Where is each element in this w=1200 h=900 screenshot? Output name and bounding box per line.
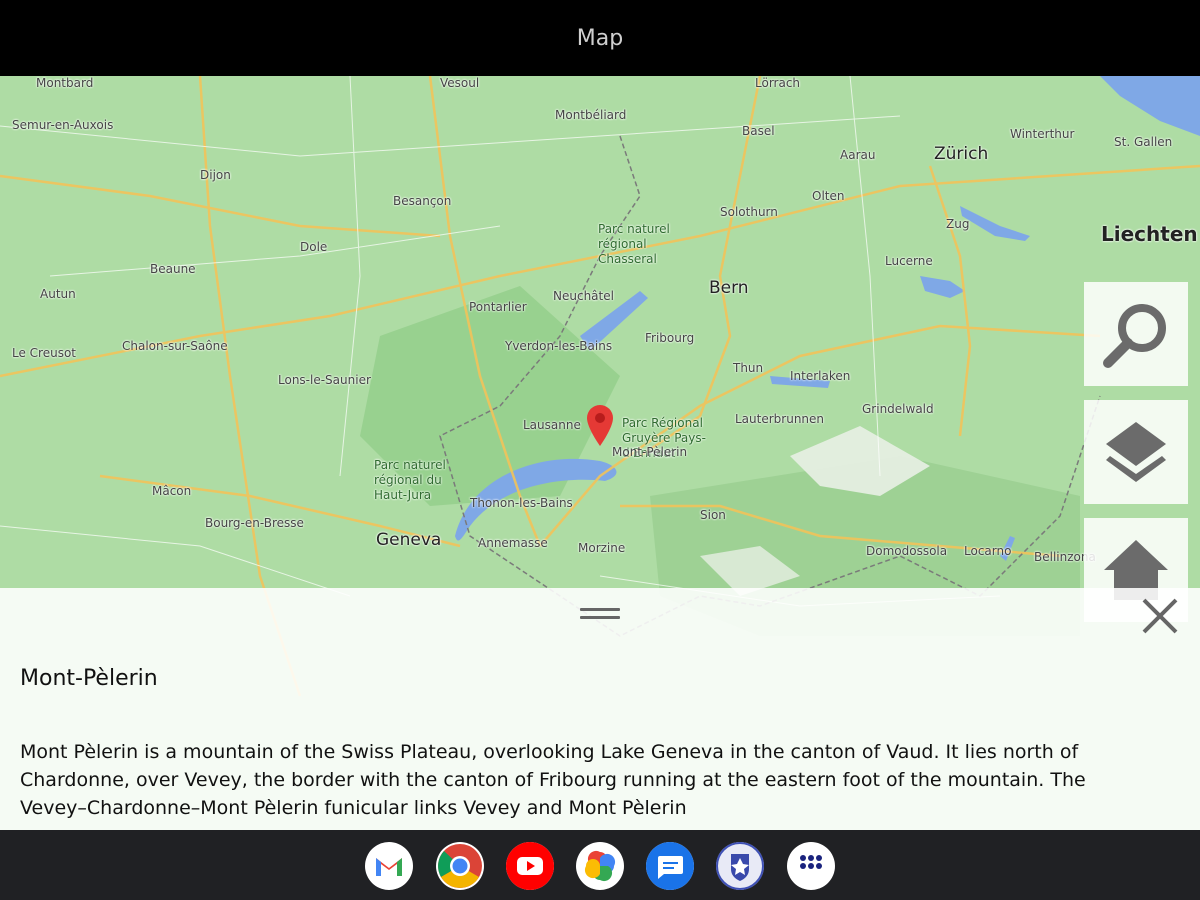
place-label: Solothurn [720, 205, 778, 219]
place-label: Basel [742, 124, 775, 138]
place-label: Vesoul [440, 76, 480, 90]
place-label: Pontarlier [469, 300, 527, 314]
gmail-icon[interactable] [365, 842, 413, 890]
app-title-bar: Map [0, 0, 1200, 76]
layers-button[interactable] [1084, 400, 1188, 504]
place-label: Lauterbrunnen [735, 412, 825, 426]
place-label: Lons-le-Saunier [278, 373, 371, 387]
panel-description: Mont Pèlerin is a mountain of the Swiss … [20, 741, 1086, 819]
place-label: Yverdon-les-Bains [505, 339, 613, 353]
photos-icon[interactable] [576, 842, 624, 890]
place-label: Bourg-en-Bresse [205, 516, 304, 530]
place-label: Winterthur [1010, 127, 1075, 141]
place-label: Autun [40, 287, 76, 301]
place-label: Bern [709, 278, 749, 298]
search-button[interactable] [1084, 282, 1188, 386]
place-label: Lucerne [885, 254, 933, 268]
window-title: Map [576, 25, 624, 51]
place-label: Parc naturel régional Chasseral [598, 222, 670, 266]
place-label: Interlaken [790, 369, 851, 383]
place-label: Morzine [578, 541, 626, 555]
place-label: Parc naturel régional du Haut-Jura [374, 458, 446, 502]
place-label: Mâcon [152, 484, 192, 498]
messages-icon[interactable] [646, 842, 694, 890]
youtube-icon[interactable] [506, 842, 554, 890]
place-label: Dijon [200, 168, 231, 182]
app-crest-icon[interactable] [716, 842, 764, 890]
place-label: Grindelwald [862, 402, 934, 416]
place-label: Locarno [964, 544, 1012, 558]
place-label: Montbard [36, 76, 94, 90]
place-label: Olten [812, 189, 845, 203]
place-label: Chalon-sur-Saône [122, 339, 228, 353]
place-label: Liechten [1101, 222, 1198, 246]
layers-icon [1106, 422, 1166, 482]
app-launcher-icon[interactable] [787, 842, 835, 890]
place-label: Geneva [376, 530, 442, 550]
place-label: Besançon [393, 194, 452, 208]
place-label: Lörrach [755, 76, 801, 90]
place-label: Domodossola [866, 544, 948, 558]
place-label: Zürich [934, 144, 989, 164]
place-label: Sion [700, 508, 726, 522]
location-marker-icon[interactable] [585, 404, 615, 448]
close-icon [1142, 598, 1178, 634]
place-label: St. Gallen [1114, 135, 1173, 149]
place-label: Montbéliard [555, 108, 627, 122]
place-label: Thun [733, 361, 764, 375]
place-label: Fribourg [645, 331, 695, 345]
chrome-icon[interactable] [436, 842, 484, 890]
place-label: Aarau [840, 148, 876, 162]
place-label: Thonon-les-Bains [470, 496, 573, 510]
drag-handle[interactable] [580, 608, 620, 624]
place-label: Semur-en-Auxois [12, 118, 114, 132]
place-label: Lausanne [523, 418, 581, 432]
panel-title: Mont-Pèlerin [20, 666, 158, 691]
place-label: Neuchâtel [553, 289, 614, 303]
place-label: Beaune [150, 262, 196, 276]
place-label: Annemasse [478, 536, 548, 550]
place-label: Mont-Pèlerin [612, 445, 688, 459]
place-label: Zug [946, 217, 970, 231]
search-icon [1103, 304, 1166, 368]
close-button[interactable] [1138, 594, 1182, 638]
place-label: Le Creusot [12, 346, 77, 360]
place-label: Dole [300, 240, 328, 254]
